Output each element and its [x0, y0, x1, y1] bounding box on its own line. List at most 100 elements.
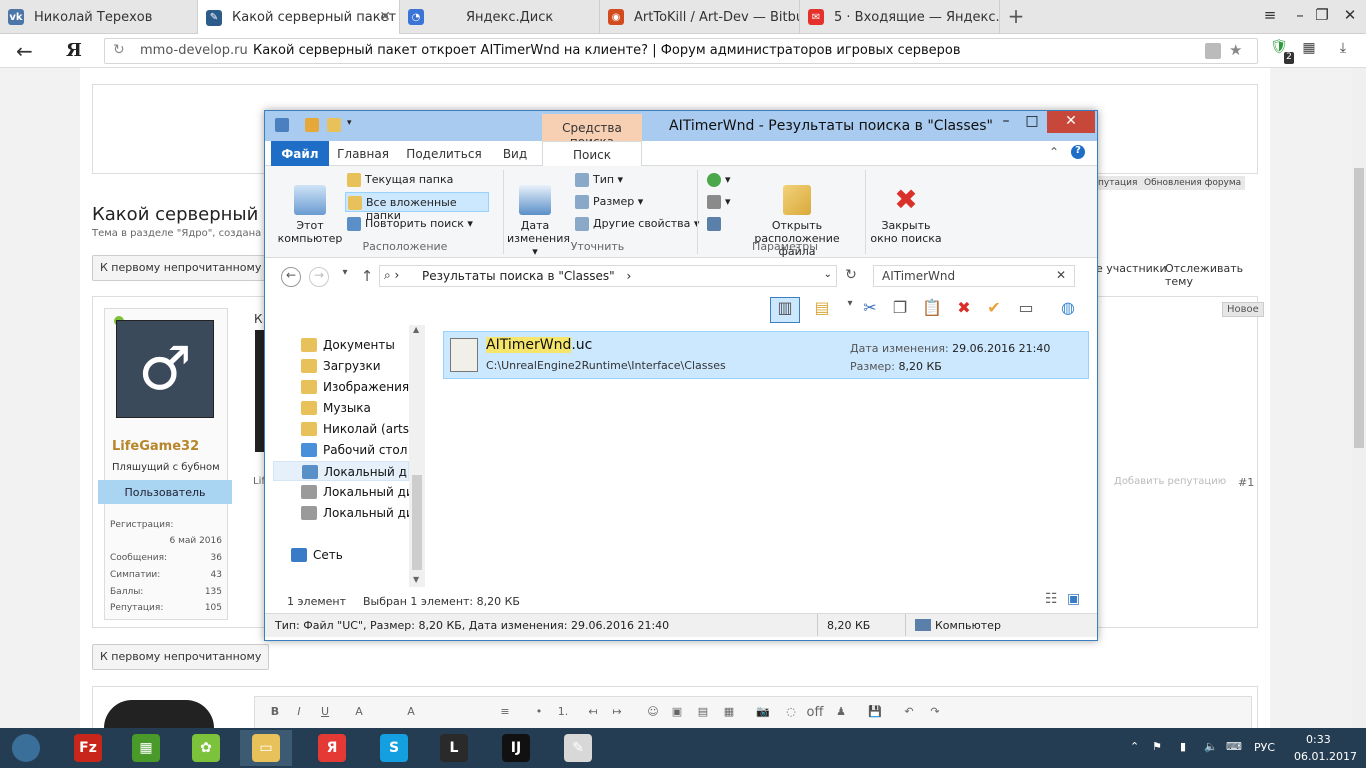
tab-yandex-disk[interactable]: ◔ Яндекс.Диск — [400, 0, 600, 34]
explorer-close-button[interactable]: ✕ — [1047, 111, 1095, 133]
back-arrow-icon[interactable]: ← — [281, 267, 301, 287]
add-reputation-link[interactable]: Добавить репутацию — [1114, 476, 1226, 487]
tab-bitbucket[interactable]: ◉ ArtToKill / Art-Dev — Bitbuc — [600, 0, 800, 34]
select-icon[interactable]: ▤ — [811, 298, 833, 320]
redo-icon[interactable]: ↷ — [927, 705, 943, 721]
recent-searches-button[interactable]: ▾ — [705, 170, 733, 190]
size-filter-button[interactable]: Размер ▾ — [573, 192, 645, 212]
tiles-view-icon[interactable]: ▣ — [1067, 591, 1080, 607]
scrollbar-thumb[interactable] — [1354, 168, 1364, 448]
new-folder-icon[interactable] — [327, 118, 341, 132]
taskbar-button[interactable]: S — [368, 730, 420, 766]
delete-icon[interactable]: ✖ — [953, 298, 975, 320]
up-arrow-icon[interactable]: ↑ — [357, 267, 377, 287]
close-tab-icon[interactable]: ✕ — [379, 9, 391, 25]
search-result-item[interactable]: AITimerWnd.uc C:\UnrealEngine2Runtime\In… — [443, 331, 1089, 379]
close-search-button[interactable]: ✖ Закрыть окно поиска — [869, 172, 943, 246]
tab-view[interactable]: Вид — [493, 141, 537, 166]
username-link[interactable]: LifeGame32 — [112, 439, 199, 454]
this-pc-button[interactable]: Этот компьютер — [275, 172, 345, 245]
nav-pane-scrollbar[interactable]: ▲ ▼ — [409, 325, 425, 587]
explorer-maximize-button[interactable]: □ — [1017, 113, 1047, 129]
copy-icon[interactable]: ❐ — [889, 298, 911, 320]
underline-icon[interactable]: U — [317, 705, 333, 721]
participants-link[interactable]: е участники — [1096, 262, 1167, 275]
scroll-down-icon[interactable]: ▼ — [413, 575, 419, 584]
recent-locations-icon[interactable]: ▾ — [335, 267, 355, 287]
advanced-options-button[interactable]: ▾ — [705, 192, 733, 212]
explorer-title-bar[interactable]: ▾ Средства поиска AITimerWnd - Результат… — [265, 111, 1097, 149]
url-field[interactable]: ↻ mmo-develop.ru Какой серверный пакет о… — [104, 38, 1258, 64]
help-icon[interactable]: ? — [1071, 145, 1085, 159]
address-path[interactable]: ⌕ › Результаты поиска в "Classes" › ⌄ — [379, 265, 837, 287]
flag-icon[interactable]: ⚑ — [1152, 740, 1162, 753]
tab-search[interactable]: Поиск — [542, 141, 642, 167]
scroll-up-icon[interactable]: ▲ — [413, 325, 419, 334]
network-tray-icon[interactable]: ▮ — [1180, 740, 1186, 753]
search-input[interactable]: AITimerWnd ✕ — [873, 265, 1075, 287]
outdent-icon[interactable]: ↤ — [585, 705, 601, 721]
type-filter-button[interactable]: Тип ▾ — [573, 170, 625, 190]
smiley-icon[interactable]: ☺ — [645, 705, 661, 721]
keyboard-icon[interactable]: ⌨ — [1226, 740, 1242, 753]
taskbar-button[interactable]: IJ — [490, 730, 542, 766]
tab-share[interactable]: Поделиться — [405, 141, 483, 166]
restore-button[interactable]: ❐ — [1310, 6, 1334, 24]
first-unread-button[interactable]: К первому непрочитанному — [92, 255, 270, 281]
collapse-ribbon-icon[interactable]: ⌃ — [1049, 145, 1059, 159]
media-icon[interactable]: ▤ — [695, 705, 711, 721]
current-folder-button[interactable]: Текущая папка — [345, 170, 455, 190]
taskbar-button[interactable]: ✿ — [180, 730, 232, 766]
page-scrollbar[interactable] — [1352, 68, 1366, 728]
nav-scroll-thumb[interactable] — [412, 475, 422, 570]
nav-item[interactable]: Музыка — [273, 398, 409, 418]
camera-icon[interactable]: 📷 — [755, 705, 771, 721]
yandex-logo[interactable]: Я — [66, 40, 82, 61]
spoiler-icon[interactable]: ♟ — [833, 705, 849, 721]
menu-icon[interactable]: ≡ — [1258, 6, 1282, 24]
bookmark-star-icon[interactable]: ★ — [1229, 41, 1242, 59]
nav-item[interactable]: Локальный дис — [273, 461, 409, 481]
clock-date[interactable]: 06.01.2017 — [1294, 750, 1357, 763]
image-icon[interactable]: ▣ — [669, 705, 685, 721]
user-avatar[interactable]: ♂ — [116, 320, 214, 418]
clock-time[interactable]: 0:33 — [1306, 733, 1331, 746]
save-search-button[interactable] — [705, 214, 727, 234]
extensions-icon[interactable]: ▦ — [1300, 40, 1318, 58]
bold-icon[interactable]: B — [267, 705, 283, 721]
taskbar-button[interactable]: ✎ — [552, 730, 604, 766]
post-number[interactable]: #1 — [1238, 476, 1254, 489]
numbered-list-icon[interactable]: 1. — [555, 705, 571, 721]
tab-yandex-mail[interactable]: ✉ 5 · Входящие — Яндекс.Поч — [800, 0, 1000, 34]
watch-thread-link[interactable]: Отслеживать тему — [1165, 262, 1270, 288]
search-again-button[interactable]: Повторить поиск ▾ — [345, 214, 475, 234]
close-window-button[interactable]: ✕ — [1338, 6, 1362, 24]
align-icon[interactable]: ≡ — [497, 705, 513, 721]
font-icon[interactable]: A — [351, 705, 367, 721]
paste-icon[interactable]: 📋 — [921, 298, 943, 320]
nav-item[interactable]: Загрузки — [273, 356, 409, 376]
forward-arrow-icon[interactable]: → — [309, 267, 329, 287]
reload-icon[interactable]: ↻ — [113, 42, 125, 58]
qat-dropdown-icon[interactable]: ▾ — [347, 118, 357, 132]
taskbar-button[interactable]: ▦ — [120, 730, 172, 766]
properties-icon[interactable] — [305, 118, 319, 132]
cut-icon[interactable]: ✂ — [859, 298, 881, 320]
tab-forum[interactable]: ✎ Какой серверный пакет ✕ — [198, 0, 400, 35]
taskbar-button[interactable] — [0, 730, 52, 766]
tab-vk[interactable]: vk Николай Терехов — [0, 0, 198, 34]
check-icon[interactable]: ✔ — [983, 298, 1005, 320]
other-properties-button[interactable]: Другие свойства ▾ — [573, 214, 701, 234]
preview-pane-icon[interactable]: ▥ — [770, 297, 800, 323]
gallery-icon[interactable]: ▦ — [721, 705, 737, 721]
select-dropdown-icon[interactable]: ▾ — [839, 298, 861, 320]
language-indicator[interactable]: РУС — [1254, 741, 1275, 754]
back-button[interactable]: ← — [16, 39, 33, 63]
taskbar-button[interactable]: Я — [306, 730, 358, 766]
nav-item[interactable]: Изображения — [273, 377, 409, 397]
path-dropdown-icon[interactable]: ⌄ — [824, 269, 832, 280]
nav-item[interactable]: Сеть — [273, 545, 409, 565]
tab-file[interactable]: Файл — [271, 141, 329, 166]
font-size-icon[interactable]: A — [403, 705, 419, 721]
undo-icon[interactable]: ↶ — [901, 705, 917, 721]
